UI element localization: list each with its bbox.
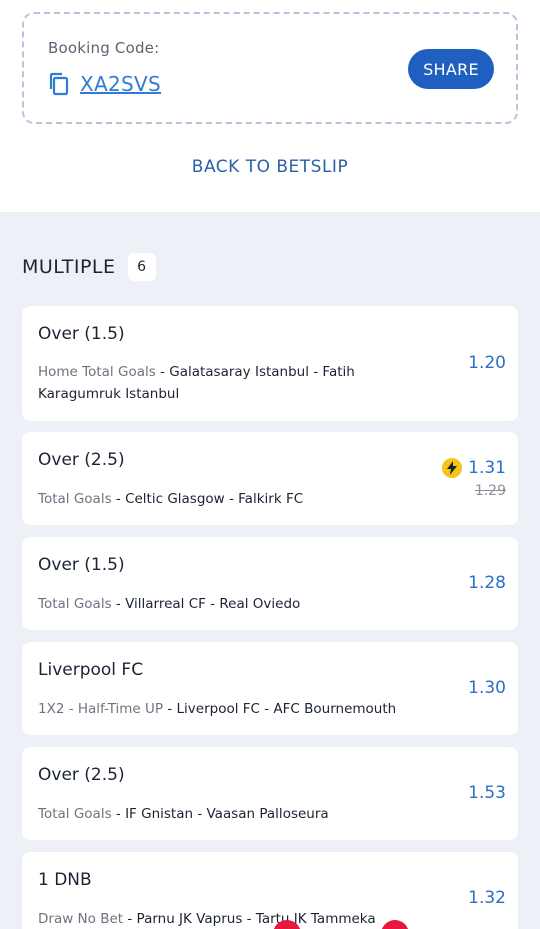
selection-odds: 1.32 bbox=[468, 888, 506, 908]
booking-code-link[interactable]: XA2SVS bbox=[80, 72, 161, 96]
selection-count-badge: 6 bbox=[127, 253, 156, 281]
selection-odds: 1.30 bbox=[468, 678, 506, 698]
selection-card[interactable]: Over (2.5) Total Goals - IF Gnistan - Va… bbox=[22, 747, 518, 840]
selection-odds: 1.53 bbox=[468, 783, 506, 803]
booking-panel: Booking Code: XA2SVS SHARE BACK TO BETSL… bbox=[0, 0, 540, 212]
section-title: MULTIPLE bbox=[22, 256, 116, 278]
selection-odds: 1.20 bbox=[468, 353, 506, 373]
selection-market-line: Draw No Bet - Parnu JK Vaprus - Tartu JK… bbox=[38, 911, 376, 927]
copy-icon[interactable] bbox=[48, 72, 70, 96]
selection-pick: Over (2.5) bbox=[38, 765, 125, 785]
selection-card[interactable]: 1 DNB Draw No Bet - Parnu JK Vaprus - Ta… bbox=[22, 852, 518, 929]
selection-pick: 1 DNB bbox=[38, 870, 92, 890]
booking-code-box: Booking Code: XA2SVS SHARE bbox=[22, 12, 518, 124]
selection-event: Liverpool FC - AFC Bournemouth bbox=[176, 701, 397, 717]
selection-event: Celtic Glasgow - Falkirk FC bbox=[125, 491, 304, 507]
selection-card[interactable]: Over (2.5) Total Goals - Celtic Glasgow … bbox=[22, 432, 518, 525]
selection-card[interactable]: Liverpool FC 1X2 - Half-Time UP - Liverp… bbox=[22, 642, 518, 735]
share-button[interactable]: SHARE bbox=[408, 49, 494, 89]
selection-market-line: Total Goals - Villarreal CF - Real Ovied… bbox=[38, 596, 301, 612]
selection-market: 1X2 - Half-Time UP bbox=[38, 701, 164, 717]
selection-market: Draw No Bet bbox=[38, 911, 124, 927]
selection-card[interactable]: Over (1.5) Home Total Goals - Galatasara… bbox=[22, 306, 518, 421]
selection-old-odds: 1.29 bbox=[474, 483, 506, 499]
selection-market: Home Total Goals bbox=[38, 364, 156, 380]
selection-odds: 1.28 bbox=[468, 573, 506, 593]
selection-event: Villarreal CF - Real Oviedo bbox=[125, 596, 301, 612]
selection-market-line: Total Goals - IF Gnistan - Vaasan Pallos… bbox=[38, 806, 329, 822]
selection-market-line: 1X2 - Half-Time UP - Liverpool FC - AFC … bbox=[38, 701, 397, 717]
selection-market-line: Home Total Goals - Galatasaray Istanbul … bbox=[38, 364, 355, 402]
back-to-betslip-link[interactable]: BACK TO BETSLIP bbox=[0, 157, 540, 177]
lightning-icon bbox=[442, 458, 462, 478]
selection-odds: 1.31 bbox=[468, 458, 506, 478]
selection-market-line: Total Goals - Celtic Glasgow - Falkirk F… bbox=[38, 491, 304, 507]
selection-event: Parnu JK Vaprus - Tartu JK Tammeka bbox=[136, 911, 376, 927]
booking-code-label: Booking Code: bbox=[48, 39, 160, 57]
selection-pick: Over (1.5) bbox=[38, 555, 125, 575]
selection-event: IF Gnistan - Vaasan Palloseura bbox=[125, 806, 329, 822]
selection-market: Total Goals bbox=[38, 491, 112, 507]
selection-pick: Liverpool FC bbox=[38, 660, 144, 680]
multiple-header: MULTIPLE 6 bbox=[22, 253, 156, 281]
selection-card[interactable]: Over (1.5) Total Goals - Villarreal CF -… bbox=[22, 537, 518, 630]
selection-pick: Over (2.5) bbox=[38, 450, 125, 470]
selection-market: Total Goals bbox=[38, 806, 112, 822]
booking-code-row[interactable]: XA2SVS bbox=[48, 72, 161, 96]
selection-market: Total Goals bbox=[38, 596, 112, 612]
selection-pick: Over (1.5) bbox=[38, 324, 125, 344]
